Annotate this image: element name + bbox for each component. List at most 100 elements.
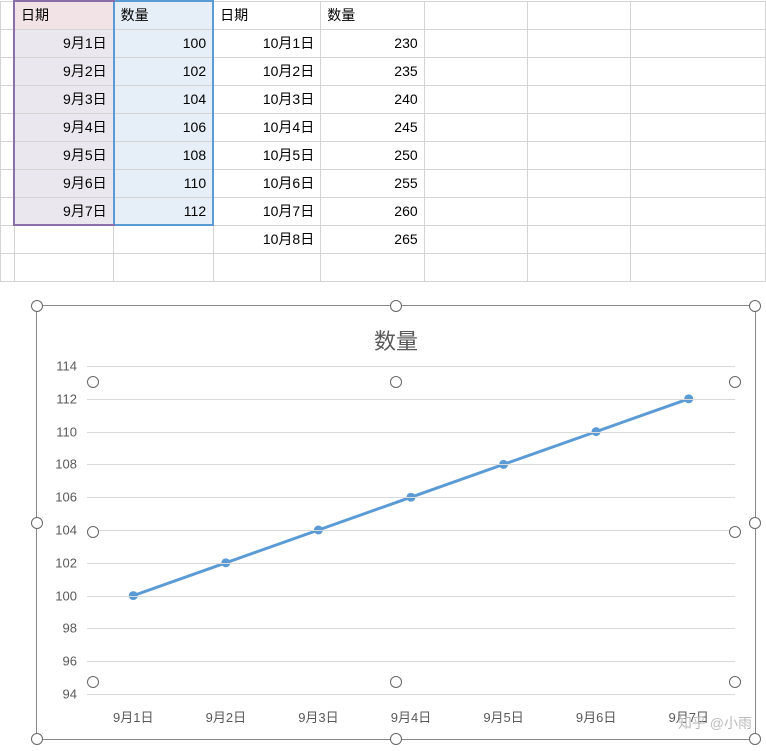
cell[interactable]	[631, 197, 766, 225]
cell[interactable]: 102	[114, 57, 213, 85]
cell[interactable]	[213, 253, 321, 281]
cell[interactable]	[424, 1, 527, 29]
cell[interactable]: 235	[321, 57, 424, 85]
cell[interactable]: 230	[321, 29, 424, 57]
cell[interactable]: 日期	[213, 1, 321, 29]
cell[interactable]	[631, 169, 766, 197]
cell[interactable]	[1, 225, 15, 253]
cell[interactable]: 10月6日	[213, 169, 321, 197]
cell[interactable]	[1, 85, 15, 113]
cell[interactable]: 数量	[321, 1, 424, 29]
cell[interactable]: 250	[321, 141, 424, 169]
cell[interactable]: 10月2日	[213, 57, 321, 85]
cell[interactable]	[1, 29, 15, 57]
resize-handle-e[interactable]	[749, 517, 761, 529]
cell[interactable]	[527, 1, 630, 29]
cell[interactable]	[527, 225, 630, 253]
cell[interactable]: 245	[321, 113, 424, 141]
cell[interactable]	[424, 253, 527, 281]
cell[interactable]	[1, 1, 15, 29]
cell[interactable]: 10月8日	[213, 225, 321, 253]
cell[interactable]	[424, 225, 527, 253]
cell[interactable]	[631, 85, 766, 113]
resize-handle-nw[interactable]	[31, 300, 43, 312]
cell[interactable]	[631, 141, 766, 169]
cell[interactable]	[527, 113, 630, 141]
spreadsheet-grid[interactable]: 日期数量日期数量9月1日10010月1日2309月2日10210月2日2359月…	[0, 0, 766, 282]
cell[interactable]: 10月7日	[213, 197, 321, 225]
cell[interactable]	[631, 57, 766, 85]
cell[interactable]	[631, 1, 766, 29]
cell[interactable]	[527, 169, 630, 197]
cell[interactable]	[424, 29, 527, 57]
resize-handle-n[interactable]	[390, 300, 402, 312]
cell[interactable]: 9月2日	[14, 57, 114, 85]
cell[interactable]: 9月5日	[14, 141, 114, 169]
cell[interactable]	[424, 113, 527, 141]
cell[interactable]	[631, 113, 766, 141]
cell[interactable]: 104	[114, 85, 213, 113]
cell[interactable]	[631, 253, 766, 281]
cell[interactable]	[321, 253, 424, 281]
cell[interactable]	[1, 253, 15, 281]
resize-handle-sw[interactable]	[31, 733, 43, 745]
cell[interactable]	[527, 57, 630, 85]
cell[interactable]	[1, 113, 15, 141]
cell[interactable]: 10月3日	[213, 85, 321, 113]
cell[interactable]: 255	[321, 169, 424, 197]
cell[interactable]: 260	[321, 197, 424, 225]
resize-handle-s[interactable]	[390, 733, 402, 745]
cell[interactable]: 265	[321, 225, 424, 253]
chart-container[interactable]: 数量 949698100102104106108110112114 9月1日9月…	[36, 305, 756, 740]
cell[interactable]: 9月3日	[14, 85, 114, 113]
cell[interactable]	[14, 225, 114, 253]
cell[interactable]	[1, 57, 15, 85]
cell[interactable]	[527, 29, 630, 57]
cell[interactable]	[527, 253, 630, 281]
cell[interactable]: 日期	[14, 1, 114, 29]
cell[interactable]	[1, 169, 15, 197]
cell[interactable]: 110	[114, 169, 213, 197]
cell[interactable]	[14, 253, 114, 281]
chart-title[interactable]: 数量	[37, 324, 755, 356]
cell[interactable]: 108	[114, 141, 213, 169]
cell[interactable]	[527, 197, 630, 225]
cell[interactable]: 106	[114, 113, 213, 141]
cell[interactable]	[631, 29, 766, 57]
cell[interactable]	[424, 141, 527, 169]
cell[interactable]: 10月5日	[213, 141, 321, 169]
cell[interactable]	[114, 253, 213, 281]
resize-handle-ne[interactable]	[749, 300, 761, 312]
cell[interactable]: 112	[114, 197, 213, 225]
cell[interactable]	[1, 197, 15, 225]
plot-area[interactable]	[87, 366, 735, 694]
cell[interactable]: 数量	[114, 1, 213, 29]
resize-handle-se[interactable]	[749, 733, 761, 745]
plot-handle-e[interactable]	[729, 526, 741, 538]
plot-handle-ne[interactable]	[729, 376, 741, 388]
cell[interactable]: 9月7日	[14, 197, 114, 225]
cell[interactable]	[631, 225, 766, 253]
cell[interactable]	[424, 57, 527, 85]
cell[interactable]	[114, 225, 213, 253]
cell[interactable]	[424, 85, 527, 113]
cell[interactable]: 9月4日	[14, 113, 114, 141]
plot-handle-n[interactable]	[390, 376, 402, 388]
cell[interactable]: 240	[321, 85, 424, 113]
cell[interactable]	[424, 169, 527, 197]
plot-handle-s[interactable]	[390, 676, 402, 688]
cell[interactable]: 9月6日	[14, 169, 114, 197]
cell[interactable]: 10月1日	[213, 29, 321, 57]
plot-handle-se[interactable]	[729, 676, 741, 688]
resize-handle-w[interactable]	[31, 517, 43, 529]
plot-handle-sw[interactable]	[87, 676, 99, 688]
cell[interactable]	[424, 197, 527, 225]
cell[interactable]: 100	[114, 29, 213, 57]
plot-handle-nw[interactable]	[87, 376, 99, 388]
cell[interactable]: 9月1日	[14, 29, 114, 57]
plot-handle-w[interactable]	[87, 526, 99, 538]
cell[interactable]	[527, 141, 630, 169]
cell[interactable]: 10月4日	[213, 113, 321, 141]
cell[interactable]	[527, 85, 630, 113]
cell[interactable]	[1, 141, 15, 169]
